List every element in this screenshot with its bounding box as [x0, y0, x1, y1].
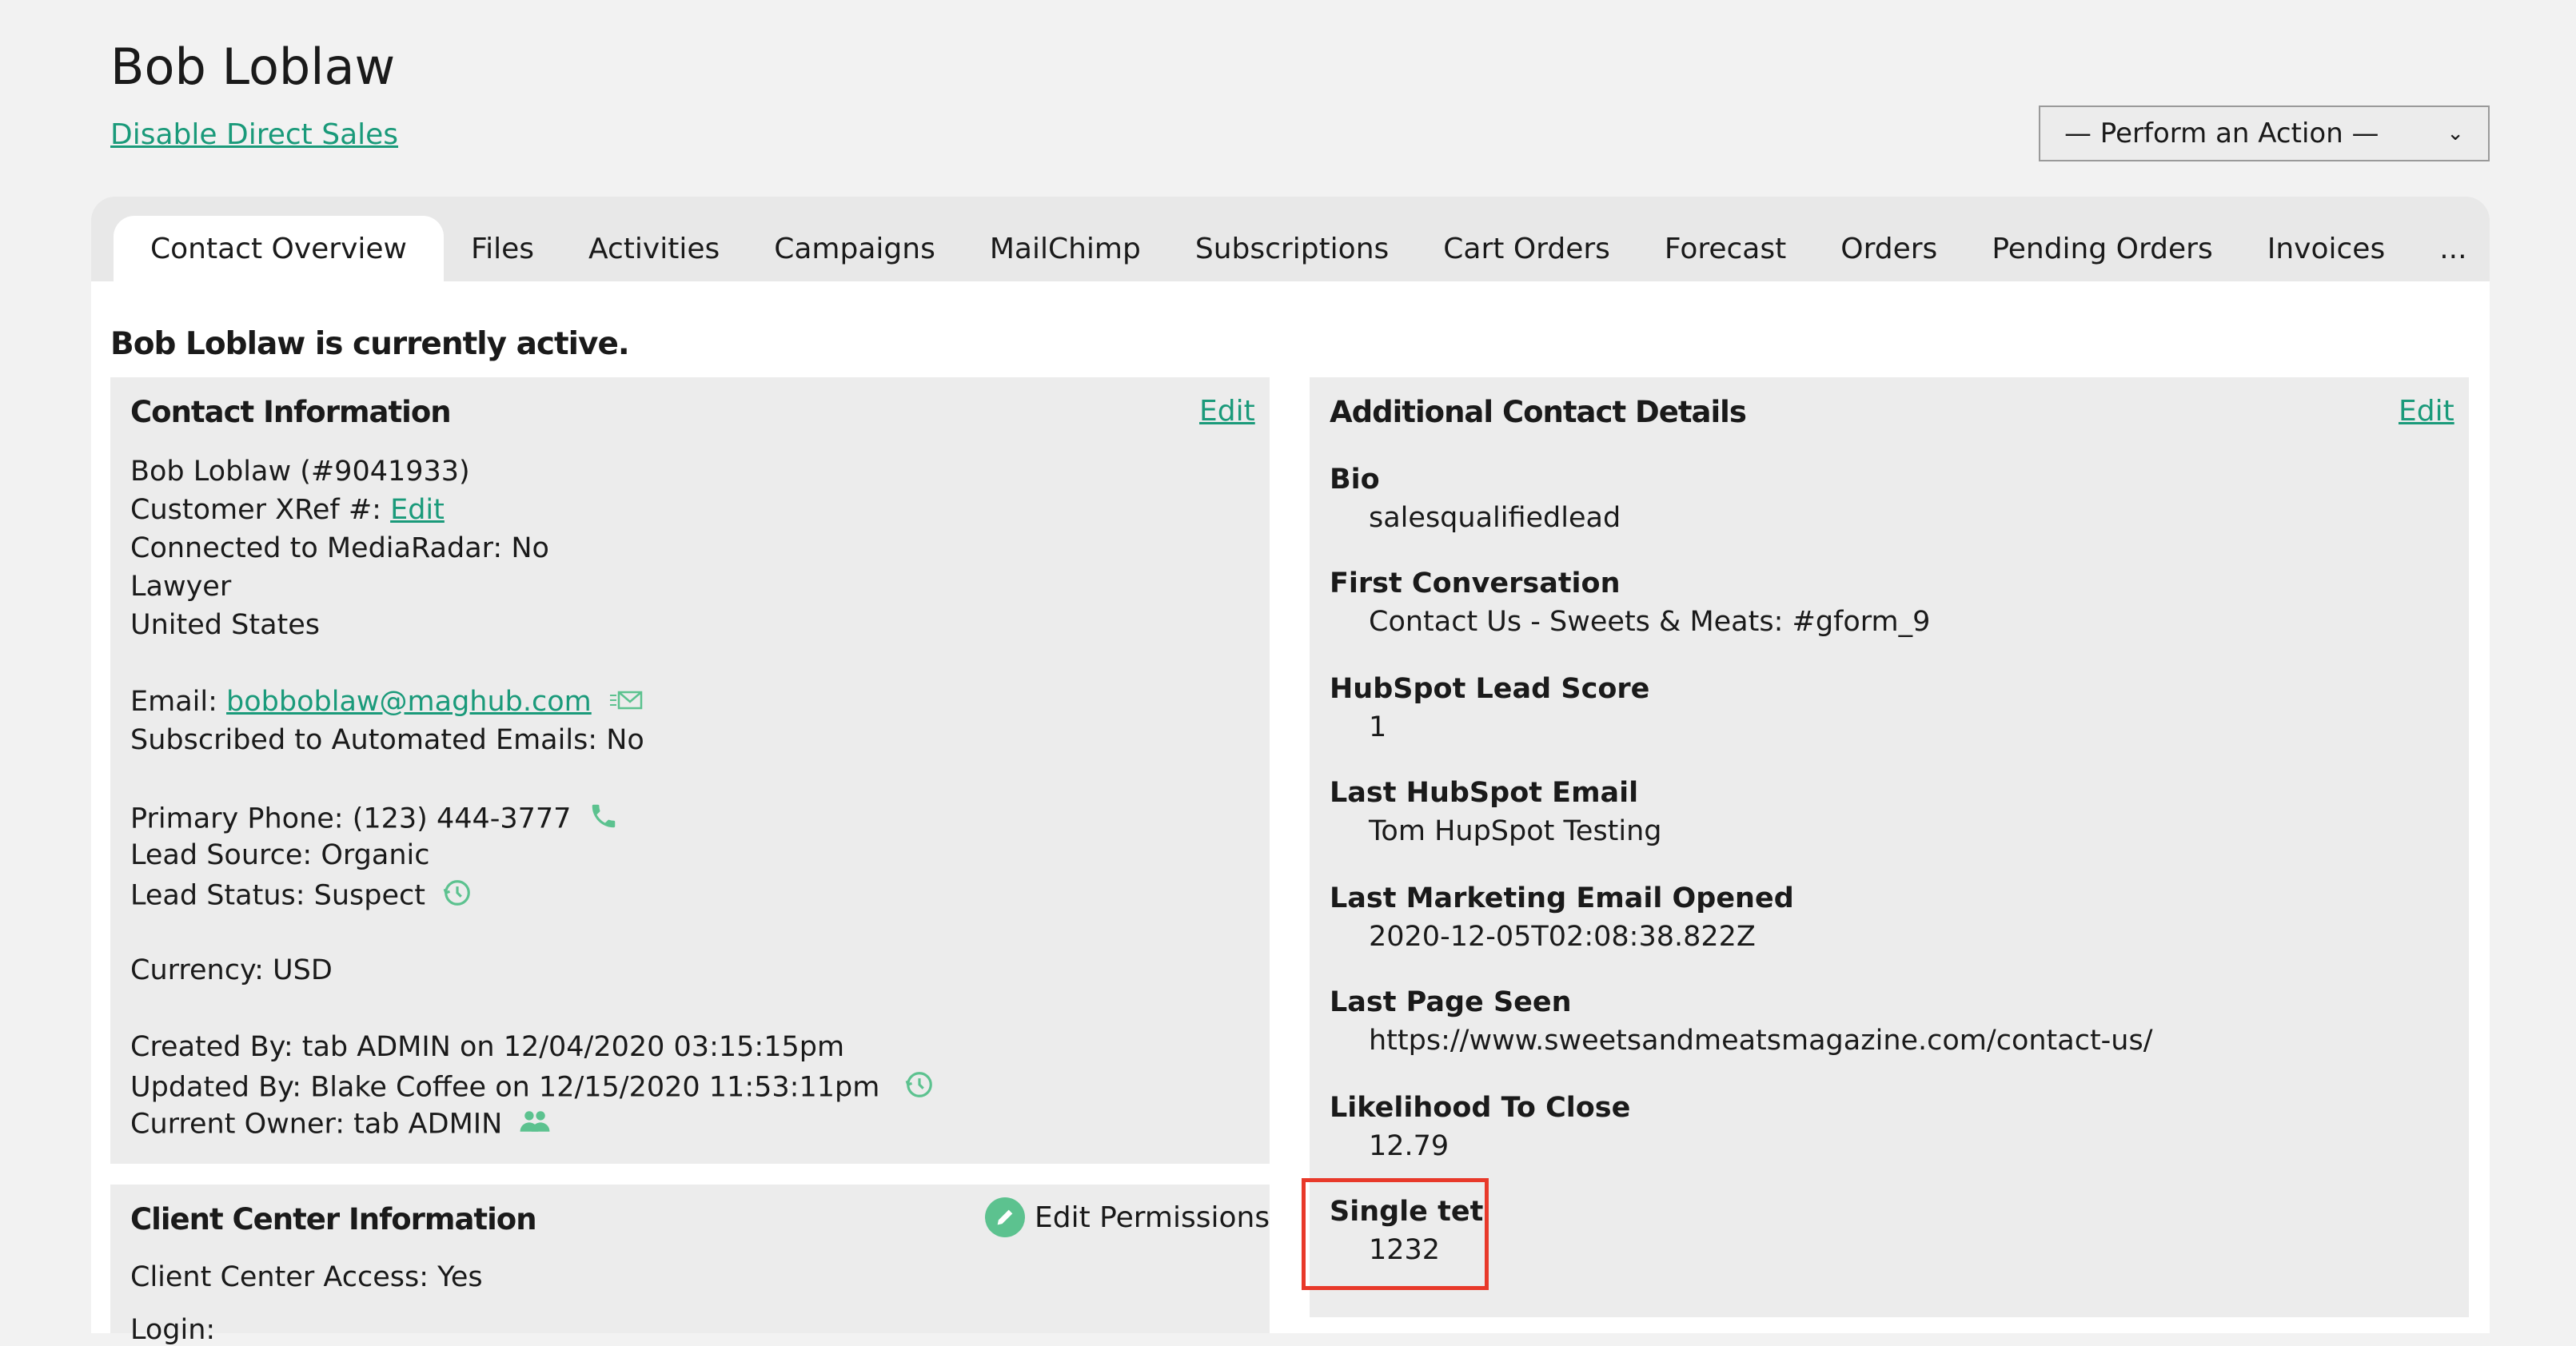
- field-value: Tom HupSpot Testing: [1369, 815, 1662, 847]
- phone-text: Primary Phone: (123) 444-3777: [130, 802, 572, 835]
- subscribed-line: Subscribed to Automated Emails: No: [130, 724, 644, 756]
- contact-info-edit-link[interactable]: Edit: [1199, 395, 1255, 428]
- country-line: United States: [130, 609, 321, 641]
- disable-direct-sales-link[interactable]: Disable Direct Sales: [110, 118, 398, 151]
- lead-status-text: Lead Status: Suspect: [130, 879, 426, 912]
- tab-files[interactable]: Files: [444, 216, 561, 283]
- history-icon[interactable]: [904, 1069, 935, 1107]
- phone-icon[interactable]: [588, 801, 619, 838]
- current-owner-line: Current Owner: tab ADMIN: [130, 1108, 551, 1142]
- tab-subscriptions[interactable]: Subscriptions: [1168, 216, 1416, 283]
- email-link[interactable]: bobboblaw@maghub.com: [226, 686, 592, 718]
- tab-invoices[interactable]: Invoices: [2240, 216, 2412, 283]
- updated-by-line: Updated By: Blake Coffee on 12/15/2020 1…: [130, 1069, 935, 1107]
- additional-details-edit-link[interactable]: Edit: [2399, 395, 2454, 428]
- pencil-icon: [985, 1197, 1025, 1237]
- mediaradar-line: Connected to MediaRadar: No: [130, 532, 549, 564]
- tab-contact-overview[interactable]: Contact Overview: [114, 216, 444, 283]
- tab-bar: Contact Overview Files Activities Campai…: [114, 216, 2494, 283]
- customer-xref-line: Customer XRef #: Edit: [130, 494, 445, 526]
- email-label: Email:: [130, 686, 227, 718]
- field-value: Contact Us - Sweets & Meats: #gform_9: [1369, 606, 1931, 638]
- action-select-value: — Perform an Action —: [2064, 117, 2379, 149]
- created-by-line: Created By: tab ADMIN on 12/04/2020 03:1…: [130, 1031, 845, 1063]
- email-line: Email: bobboblaw@maghub.com: [130, 686, 644, 719]
- users-icon[interactable]: [519, 1108, 551, 1142]
- field-label: First Conversation: [1330, 567, 1621, 599]
- tab-orders[interactable]: Orders: [1813, 216, 1964, 283]
- field-value: 2020-12-05T02:08:38.822Z: [1369, 921, 1756, 953]
- tab-forecast[interactable]: Forecast: [1637, 216, 1813, 283]
- updated-by-text: Updated By: Blake Coffee on 12/15/2020 1…: [130, 1071, 880, 1104]
- page-title: Bob Loblaw: [110, 38, 396, 96]
- phone-line: Primary Phone: (123) 444-3777: [130, 801, 619, 838]
- field-label: Last HubSpot Email: [1330, 777, 1639, 809]
- edit-permissions-label: Edit Permissions: [1035, 1201, 1270, 1234]
- field-label: Last Page Seen: [1330, 986, 1572, 1018]
- current-owner-text: Current Owner: tab ADMIN: [130, 1108, 503, 1141]
- tab-activities[interactable]: Activities: [561, 216, 747, 283]
- tab-cart-orders[interactable]: Cart Orders: [1416, 216, 1637, 283]
- tab-pending-orders[interactable]: Pending Orders: [1964, 216, 2239, 283]
- contact-information-title: Contact Information: [130, 395, 452, 429]
- client-center-title: Client Center Information: [130, 1202, 537, 1236]
- history-icon[interactable]: [442, 878, 473, 915]
- contact-name-line: Bob Loblaw (#9041933): [130, 456, 470, 488]
- xref-label: Customer XRef #:: [130, 494, 391, 526]
- field-label: Bio: [1330, 464, 1380, 496]
- additional-details-title: Additional Contact Details: [1330, 395, 1747, 429]
- job-title-line: Lawyer: [130, 571, 232, 603]
- edit-permissions-button[interactable]: Edit Permissions: [985, 1197, 1270, 1237]
- tab-more[interactable]: ...: [2412, 216, 2494, 283]
- field-value: 12.79: [1369, 1130, 1449, 1162]
- xref-edit-link[interactable]: Edit: [390, 494, 445, 526]
- field-label: HubSpot Lead Score: [1330, 673, 1650, 705]
- status-message: Bob Loblaw is currently active.: [110, 326, 630, 362]
- client-center-access-line: Client Center Access: Yes: [130, 1261, 483, 1293]
- tab-mailchimp[interactable]: MailChimp: [963, 216, 1168, 283]
- chevron-down-icon: ⌄: [2446, 121, 2464, 145]
- currency-line: Currency: USD: [130, 954, 333, 986]
- field-label: Likelihood To Close: [1330, 1092, 1631, 1124]
- field-value: salesqualifiedlead: [1369, 502, 1621, 534]
- send-email-icon[interactable]: [608, 687, 644, 719]
- highlight-box: [1302, 1178, 1489, 1290]
- lead-status-line: Lead Status: Suspect: [130, 878, 473, 915]
- lead-source-line: Lead Source: Organic: [130, 839, 430, 871]
- field-value: 1: [1369, 711, 1387, 743]
- field-value: https://www.sweetsandmeatsmagazine.com/c…: [1369, 1025, 2153, 1057]
- tab-campaigns[interactable]: Campaigns: [747, 216, 963, 283]
- login-line: Login:: [130, 1314, 216, 1346]
- field-label: Last Marketing Email Opened: [1330, 882, 1794, 914]
- perform-action-select[interactable]: — Perform an Action — ⌄: [2039, 106, 2490, 161]
